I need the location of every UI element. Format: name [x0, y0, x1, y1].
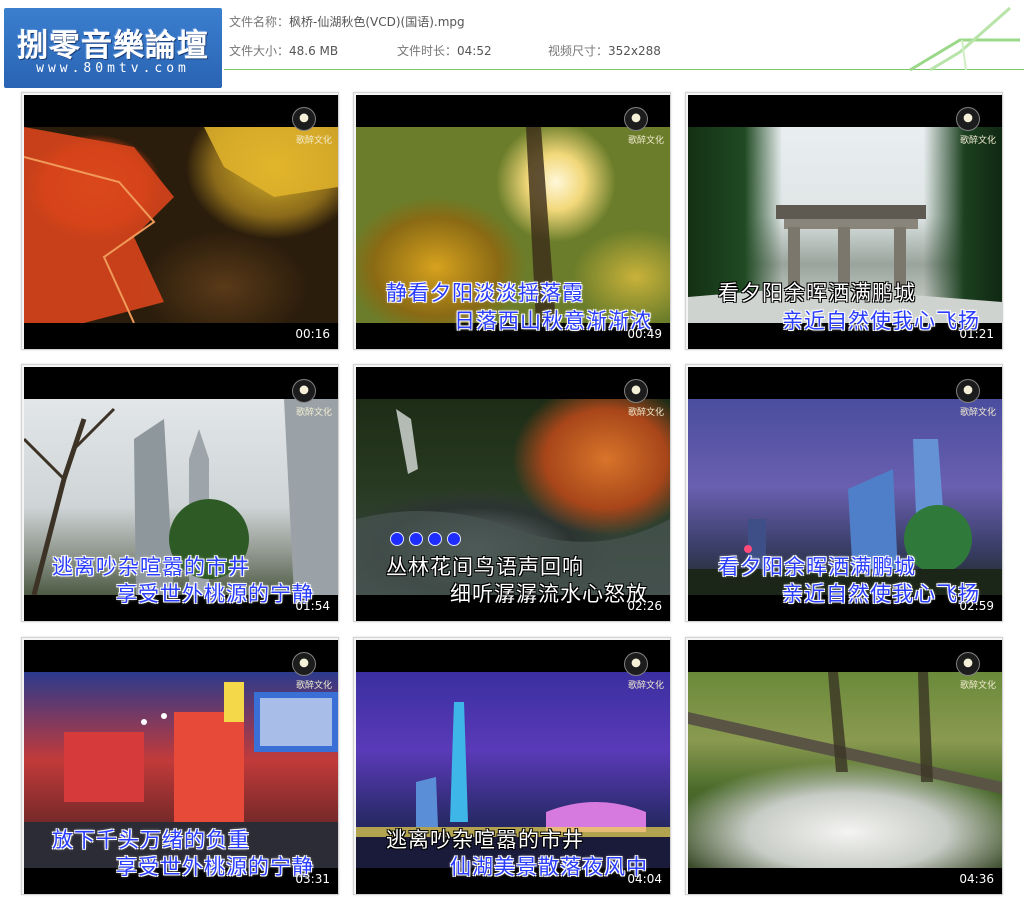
file-name-value: 枫桥-仙湖秋色(VCD)(国语).mpg: [289, 15, 465, 29]
lyric-line-2: 享受世外桃源的宁静: [116, 855, 314, 879]
file-duration-info: 文件时长：04:52: [397, 42, 492, 59]
lyric-line-1: 逃离吵杂喧嚣的市井: [52, 555, 250, 579]
thumbnail-timestamp: 03:31: [295, 872, 330, 886]
thumbnail-3[interactable]: 歌醉文化 看夕阳余晖洒满鹏城 亲近自然使我心飞扬 01:21: [685, 92, 1003, 350]
thumbnail-5[interactable]: 歌醉文化 丛林花间鸟语声回响 细听潺潺流水心怒放 02:26: [353, 364, 671, 622]
file-name-info: 文件名称：枫桥-仙湖秋色(VCD)(国语).mpg: [229, 13, 465, 30]
video-dimension-label: 视频尺寸：: [548, 44, 609, 58]
watermark-badge-icon: [292, 107, 316, 131]
lyric-line-2: 日落西山秋意渐渐浓: [454, 309, 652, 333]
video-frame: 歌醉文化 04:36: [688, 640, 1002, 894]
lyric-line-1: 看夕阳余晖洒满鹏城: [718, 281, 916, 305]
video-frame: 歌醉文化 静看夕阳淡淡揺落霞 日落西山秋意渐渐浓 00:49: [356, 95, 670, 349]
thumbnail-9[interactable]: 歌醉文化 04:36: [685, 637, 1003, 895]
lyric-line-2: 享受世外桃源的宁静: [116, 582, 314, 606]
thumbnail-timestamp: 01:21: [959, 327, 994, 341]
lyric-line-2: 细听潺潺流水心怒放: [450, 582, 648, 606]
lyric-line-1: 静看夕阳淡淡揺落霞: [386, 281, 584, 305]
file-duration-value: 04:52: [457, 44, 492, 58]
video-frame: 歌醉文化 丛林花间鸟语声回响 细听潺潺流水心怒放 02:26: [356, 367, 670, 621]
thumbnail-timestamp: 04:36: [959, 872, 994, 886]
watermark-text: 歌醉文化: [627, 681, 664, 691]
lyric-line-2: 仙湖美景散落夜风中: [450, 855, 648, 879]
watermark-text: 歌醉文化: [959, 681, 996, 691]
lyric-line-2: 亲近自然使我心飞扬: [782, 582, 980, 606]
thumbnail-7[interactable]: 歌醉文化 放下千头万绪的负重 享受世外桃源的宁静 03:31: [21, 637, 339, 895]
video-dimension-value: 352x288: [608, 44, 661, 58]
thumbnail-1[interactable]: 歌醉文化 00:16: [21, 92, 339, 350]
thumbnail-timestamp: 02:59: [959, 599, 994, 613]
lyric-line-1: 逃离吵杂喧嚣的市井: [386, 828, 584, 852]
file-duration-label: 文件时长：: [397, 44, 458, 58]
logo-url: www.80mtv.com: [36, 61, 190, 76]
lyric-line-2: 亲近自然使我心飞扬: [782, 309, 980, 333]
watermark-badge-icon: [624, 379, 648, 403]
site-logo: 捌零音樂論壇 www.80mtv.com: [4, 8, 222, 88]
video-frame: 歌醉文化 看夕阳余晖洒满鹏城 亲近自然使我心飞扬 02:59: [688, 367, 1002, 621]
file-size-info: 文件大小：48.6 MB: [229, 42, 338, 59]
thumbnail-timestamp: 04:04: [627, 872, 662, 886]
watermark-badge-icon: [624, 107, 648, 131]
header: 捌零音樂論壇 www.80mtv.com 文件名称：枫桥-仙湖秋色(VCD)(国…: [0, 0, 1024, 88]
scene-autumn-leaf: [24, 127, 338, 323]
logo-title: 捌零音樂論壇: [17, 28, 209, 64]
watermark-text: 歌醉文化: [959, 408, 996, 418]
file-size-label: 文件大小：: [229, 44, 290, 58]
thumbnail-8[interactable]: 歌醉文化 逃离吵杂喧嚣的市井 仙湖美景散落夜风中 04:04: [353, 637, 671, 895]
thumbnail-timestamp: 00:49: [627, 327, 662, 341]
watermark-badge-icon: [956, 379, 980, 403]
file-name-label: 文件名称：: [229, 15, 290, 29]
thumbnail-timestamp: 00:16: [295, 327, 330, 341]
thumbnail-4[interactable]: 歌醉文化 逃离吵杂喧嚣的市井 享受世外桃源的宁静 01:54: [21, 364, 339, 622]
watermark-text: 歌醉文化: [627, 408, 664, 418]
lyric-line-1: 看夕阳余晖洒满鹏城: [718, 555, 916, 579]
file-size-value: 48.6 MB: [289, 44, 339, 58]
video-frame: 歌醉文化 看夕阳余晖洒满鹏城 亲近自然使我心飞扬 01:21: [688, 95, 1002, 349]
thumbnail-timestamp: 01:54: [295, 599, 330, 613]
video-frame: 歌醉文化 逃离吵杂喧嚣的市井 仙湖美景散落夜风中 04:04: [356, 640, 670, 894]
watermark-text: 歌醉文化: [295, 408, 332, 418]
watermark-text: 歌醉文化: [295, 136, 332, 146]
watermark-text: 歌醉文化: [627, 136, 664, 146]
video-frame: 歌醉文化 逃离吵杂喧嚣的市井 享受世外桃源的宁静 01:54: [24, 367, 338, 621]
lyric-line-1: 放下千头万绪的负重: [52, 828, 250, 852]
watermark-text: 歌醉文化: [295, 681, 332, 691]
thumbnail-6[interactable]: 歌醉文化 看夕阳余晖洒满鹏城 亲近自然使我心飞扬 02:59: [685, 364, 1003, 622]
watermark-badge-icon: [292, 652, 316, 676]
header-decoration: [909, 6, 1020, 72]
watermark-badge-icon: [956, 107, 980, 131]
video-frame: 歌醉文化 00:16: [24, 95, 338, 349]
watermark-badge-icon: [292, 379, 316, 403]
watermark-badge-icon: [624, 652, 648, 676]
watermark-text: 歌醉文化: [959, 136, 996, 146]
scene-forest-waterfall: [688, 672, 1002, 868]
countdown-dots: [390, 531, 466, 550]
thumbnail-2[interactable]: 歌醉文化 静看夕阳淡淡揺落霞 日落西山秋意渐渐浓 00:49: [353, 92, 671, 350]
lyric-line-1: 丛林花间鸟语声回响: [386, 555, 584, 579]
thumbnail-timestamp: 02:26: [627, 599, 662, 613]
watermark-badge-icon: [956, 652, 980, 676]
video-frame: 歌醉文化 放下千头万绪的负重 享受世外桃源的宁静 03:31: [24, 640, 338, 894]
video-dimension-info: 视频尺寸：352x288: [548, 42, 661, 59]
